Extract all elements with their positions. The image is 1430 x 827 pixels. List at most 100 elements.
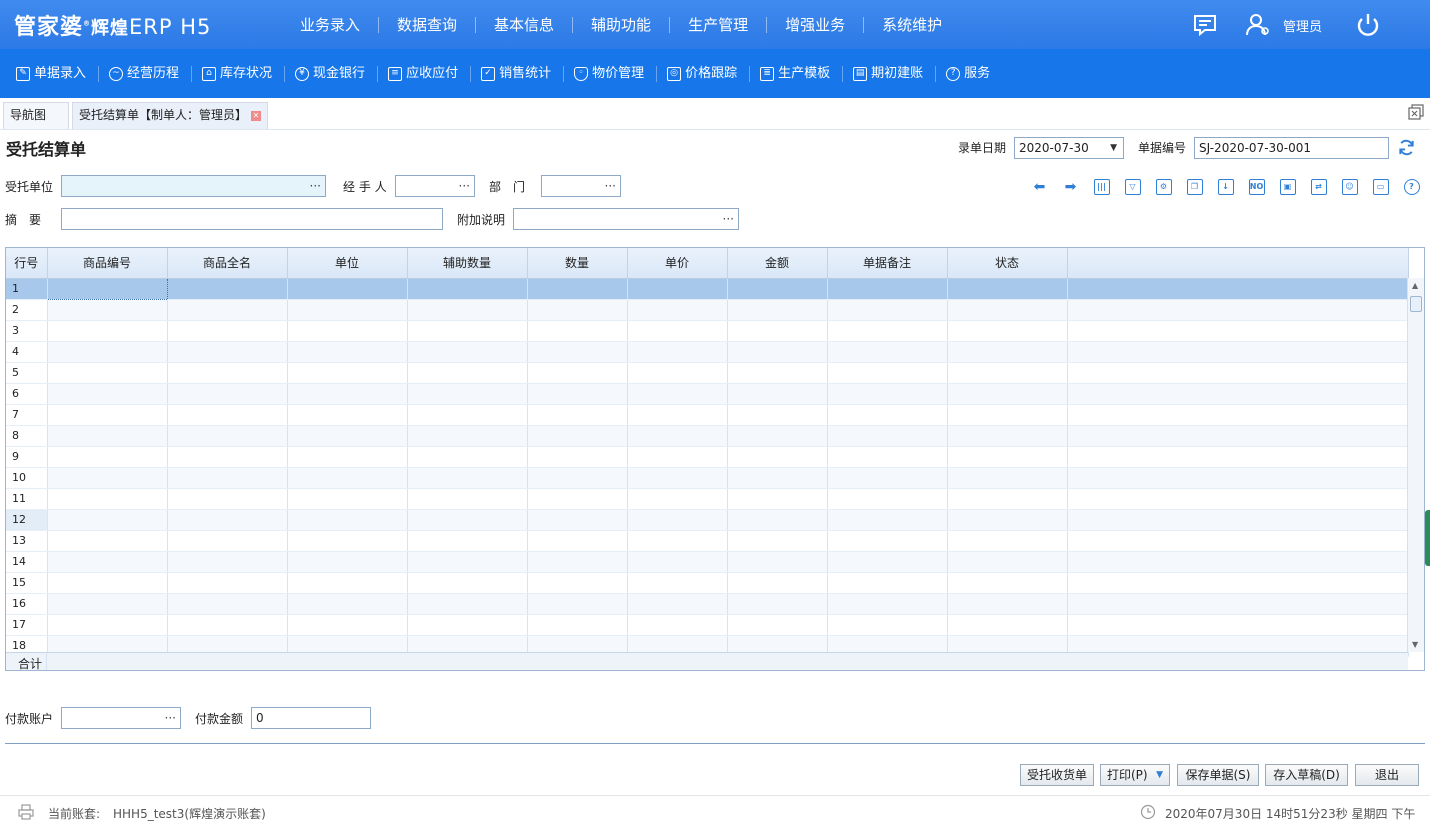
table-cell[interactable]: [47, 509, 168, 531]
table-cell[interactable]: [627, 488, 728, 510]
table-cell[interactable]: [407, 362, 528, 384]
quick-item[interactable]: ⌂ 库存状况: [192, 65, 286, 82]
table-cell[interactable]: [827, 467, 948, 489]
close-icon[interactable]: ✕: [251, 110, 262, 121]
table-cell[interactable]: [827, 362, 948, 384]
copy-icon[interactable]: ❐: [1179, 176, 1210, 198]
table-cell[interactable]: [627, 404, 728, 426]
quick-item[interactable]: ✓ 销售统计: [471, 65, 565, 82]
col-header[interactable]: 状态: [947, 248, 1068, 279]
table-cell[interactable]: [1067, 383, 1409, 405]
amount-field[interactable]: 0: [251, 707, 371, 729]
table-cell[interactable]: [627, 572, 728, 594]
table-cell[interactable]: [287, 530, 408, 552]
extra-field[interactable]: ···: [513, 208, 739, 230]
table-row[interactable]: 17: [6, 614, 1409, 636]
table-cell[interactable]: [1067, 551, 1409, 573]
table-cell[interactable]: [627, 278, 728, 300]
table-cell[interactable]: [167, 383, 288, 405]
table-cell[interactable]: [287, 614, 408, 636]
filter-icon[interactable]: ▽: [1117, 176, 1148, 198]
date-select[interactable]: 2020-07-30 ▼: [1014, 137, 1124, 159]
table-cell[interactable]: [287, 572, 408, 594]
table-cell[interactable]: [1067, 593, 1409, 615]
barcode-icon[interactable]: |||: [1086, 176, 1117, 198]
table-cell[interactable]: [627, 467, 728, 489]
table-cell[interactable]: [947, 278, 1068, 300]
print-button[interactable]: 打印(P) ▼: [1100, 764, 1170, 786]
number-icon[interactable]: NO: [1241, 176, 1272, 198]
table-cell[interactable]: [1067, 278, 1409, 300]
table-cell[interactable]: [947, 614, 1068, 636]
quick-item[interactable]: ▤ 期初建账: [843, 65, 937, 82]
table-row[interactable]: 13: [6, 530, 1409, 552]
table-cell[interactable]: [727, 278, 828, 300]
scroll-up-icon[interactable]: ▲: [1412, 281, 1418, 290]
main-nav-item[interactable]: 数据查询: [379, 16, 477, 33]
table-cell[interactable]: [167, 509, 288, 531]
table-cell[interactable]: [1067, 614, 1409, 636]
main-nav-item[interactable]: 系统维护: [864, 17, 960, 33]
main-nav-item[interactable]: 业务录入: [282, 16, 380, 33]
scroll-thumb[interactable]: [1410, 296, 1422, 312]
table-cell[interactable]: [287, 467, 408, 489]
table-cell[interactable]: [167, 320, 288, 342]
table-cell[interactable]: [1067, 299, 1409, 321]
table-cell[interactable]: [407, 551, 528, 573]
table-cell[interactable]: [47, 341, 168, 363]
table-cell[interactable]: [407, 383, 528, 405]
table-row[interactable]: 1: [6, 277, 1409, 300]
table-cell[interactable]: [527, 572, 628, 594]
unit-field[interactable]: ···: [61, 175, 326, 197]
side-drawer-handle[interactable]: [1425, 510, 1430, 566]
table-cell[interactable]: [627, 299, 728, 321]
table-cell[interactable]: [47, 467, 168, 489]
col-header[interactable]: 单据备注: [827, 248, 948, 279]
table-cell[interactable]: [827, 278, 948, 300]
table-cell[interactable]: [627, 383, 728, 405]
table-cell[interactable]: [287, 446, 408, 468]
table-cell[interactable]: [1067, 446, 1409, 468]
col-header[interactable]: 单位: [287, 248, 408, 279]
table-cell[interactable]: [627, 593, 728, 615]
table-cell[interactable]: [947, 404, 1068, 426]
table-row[interactable]: 6: [6, 383, 1409, 405]
table-cell[interactable]: [627, 551, 728, 573]
unit-picker-button[interactable]: ···: [310, 176, 321, 196]
table-cell[interactable]: [727, 446, 828, 468]
table-cell[interactable]: [527, 425, 628, 447]
table-cell[interactable]: [527, 341, 628, 363]
quick-item[interactable]: ~ 经营历程: [99, 65, 193, 82]
table-cell[interactable]: [167, 341, 288, 363]
quick-item[interactable]: ◎ 价格跟踪: [657, 65, 751, 82]
table-cell[interactable]: [287, 551, 408, 573]
table-cell[interactable]: [47, 425, 168, 447]
import-icon[interactable]: ↓: [1210, 176, 1241, 198]
table-cell[interactable]: [167, 467, 288, 489]
table-cell[interactable]: [827, 446, 948, 468]
table-cell[interactable]: [827, 530, 948, 552]
table-cell[interactable]: [727, 551, 828, 573]
table-cell[interactable]: [287, 404, 408, 426]
table-cell[interactable]: [727, 614, 828, 636]
table-cell[interactable]: [627, 320, 728, 342]
table-cell[interactable]: [827, 299, 948, 321]
table-cell[interactable]: [727, 572, 828, 594]
settings-icon[interactable]: ⚙: [1148, 176, 1179, 198]
table-cell[interactable]: [287, 383, 408, 405]
table-cell[interactable]: [407, 614, 528, 636]
quick-item[interactable]: ≣ 生产模板: [750, 65, 844, 82]
table-cell[interactable]: [827, 425, 948, 447]
table-cell[interactable]: [627, 362, 728, 384]
arrow-right-icon[interactable]: ➡: [1055, 176, 1086, 198]
table-cell[interactable]: [827, 383, 948, 405]
col-header[interactable]: 辅助数量: [407, 248, 528, 279]
table-cell[interactable]: [47, 362, 168, 384]
table-cell[interactable]: [947, 299, 1068, 321]
table-cell[interactable]: [627, 341, 728, 363]
table-cell[interactable]: [167, 614, 288, 636]
table-cell[interactable]: [527, 551, 628, 573]
table-cell[interactable]: [947, 362, 1068, 384]
table-cell[interactable]: [407, 425, 528, 447]
table-cell[interactable]: [727, 341, 828, 363]
